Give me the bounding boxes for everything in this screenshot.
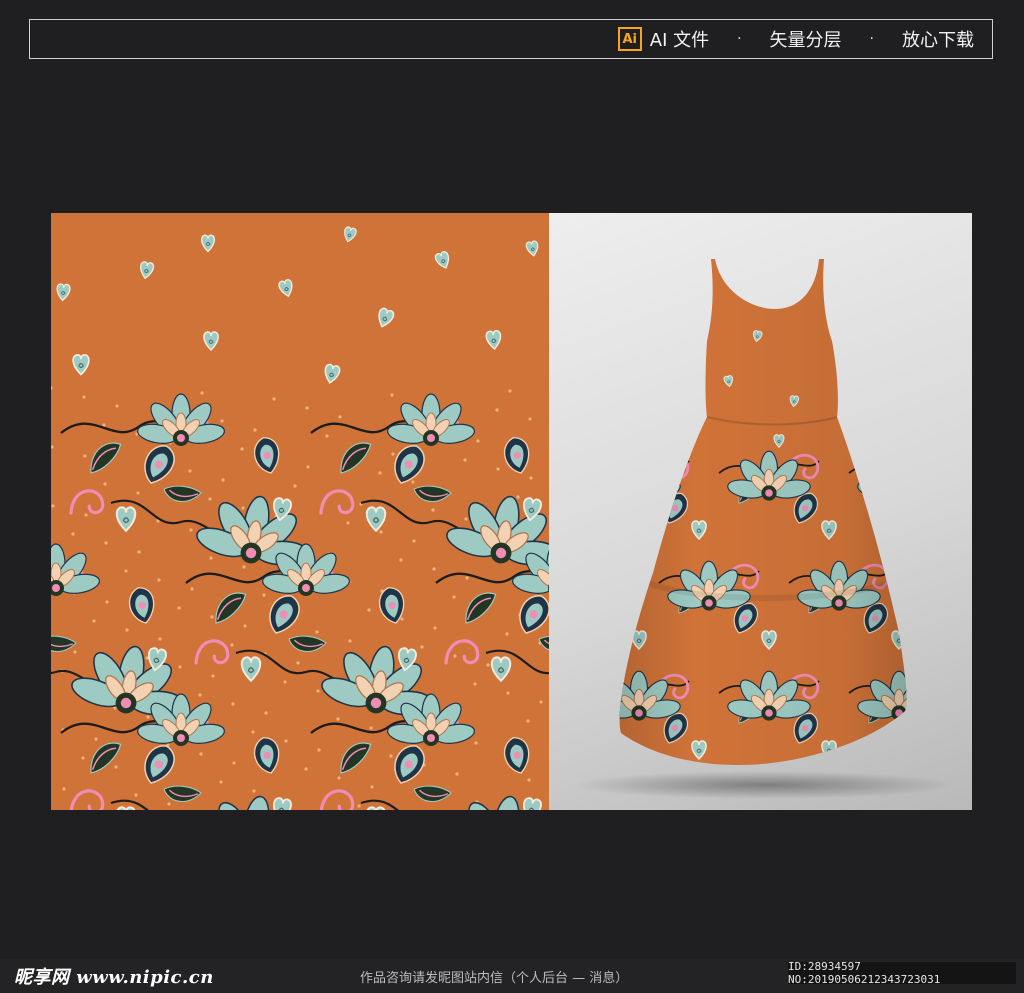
paisley-motif <box>125 584 160 627</box>
heart-motif <box>72 353 90 376</box>
swirl-motif <box>313 784 359 810</box>
paisley-pattern-image <box>51 225 549 810</box>
heart-motif <box>341 225 358 244</box>
flower-motif <box>619 450 683 502</box>
leaf-motif <box>51 628 78 659</box>
paisley-motif <box>250 434 285 477</box>
leaf-motif <box>81 437 128 476</box>
paisley-motif <box>500 434 535 477</box>
file-type-label: AI 文件 <box>649 30 710 51</box>
safe-download-label: 放心下载 <box>902 30 974 51</box>
paisley-motif <box>500 734 535 777</box>
heart-motif <box>520 796 543 810</box>
paisley-motif <box>619 598 632 638</box>
vine-motif <box>619 570 630 584</box>
paisley-motif <box>920 709 951 746</box>
heart-motif <box>952 741 966 759</box>
flower-motif <box>385 393 477 447</box>
separator-dot: · <box>737 31 742 47</box>
heart-motif <box>433 249 453 271</box>
leaf-motif <box>161 478 203 509</box>
leaf-motif <box>861 474 898 505</box>
leaf-motif <box>206 587 253 626</box>
preview-stage <box>51 213 972 810</box>
vector-layers-label: 矢量分层 <box>769 30 842 51</box>
header-bar: Ai AI 文件 · 矢量分层 · 放心下载 <box>29 19 993 59</box>
leaf-motif <box>549 585 577 614</box>
leaf-motif <box>331 737 378 776</box>
heart-motif <box>200 234 216 253</box>
leaf-motif <box>411 478 453 509</box>
separator-dot: · <box>869 31 874 47</box>
image-id-badge: ID:28934597 NO:20190506212343723031 <box>788 960 1016 986</box>
heart-motif <box>203 331 219 351</box>
heart-motif <box>374 306 396 330</box>
swirl-motif <box>313 484 359 526</box>
ai-file-icon: Ai <box>617 27 642 51</box>
heart-motif <box>240 656 262 682</box>
swirl-motif <box>188 634 234 676</box>
heart-motif <box>485 329 503 351</box>
header-features: Ai AI 文件 · 矢量分层 · 放心下载 <box>617 20 974 58</box>
heart-motif <box>270 796 293 810</box>
heart-motif <box>138 260 155 281</box>
heart-motif <box>277 278 296 299</box>
heart-motif <box>322 363 342 386</box>
flower-motif <box>619 560 623 612</box>
swirl-motif <box>63 784 109 810</box>
heart-motif <box>115 506 137 532</box>
pattern-swatch <box>51 213 549 810</box>
contact-notice: 作品咨询请发昵图站内信（个人后台 — 消息） <box>360 971 629 986</box>
paisley-motif <box>250 734 285 777</box>
leaf-motif <box>619 474 638 505</box>
leaf-motif <box>286 628 328 659</box>
heart-motif <box>490 656 512 682</box>
heart-motif <box>365 806 387 810</box>
swirl-motif <box>63 484 109 526</box>
heart-motif <box>365 506 387 532</box>
heart-motif <box>952 521 966 539</box>
dress-mockup-panel <box>549 213 972 810</box>
leaf-motif <box>456 587 503 626</box>
heart-motif <box>55 283 72 302</box>
flower-motif <box>135 393 227 447</box>
swirl-motif <box>619 561 632 591</box>
flower-motif <box>51 543 102 597</box>
swirl-motif <box>917 672 950 699</box>
swirl-motif <box>438 634 484 676</box>
leaf-motif <box>81 737 128 776</box>
paisley-motif <box>263 590 305 639</box>
paisley-motif <box>138 740 180 789</box>
dress-mockup-image <box>549 259 966 799</box>
leaf-motif <box>331 437 378 476</box>
paisley-motif <box>513 590 549 639</box>
footer-bar: 昵享网 www.nipic.cn 作品咨询请发昵图站内信（个人后台 — 消息） … <box>0 959 1024 993</box>
heart-motif <box>115 806 137 810</box>
swirl-motif <box>917 452 950 479</box>
paisley-motif <box>51 590 55 639</box>
heart-motif <box>525 239 541 258</box>
paisley-motif <box>920 489 951 526</box>
leaf-motif <box>411 778 453 809</box>
vine-motif <box>848 460 907 474</box>
heart-motif <box>805 266 813 277</box>
paisley-motif <box>388 440 430 489</box>
vine-motif <box>619 460 690 474</box>
flower-motif <box>855 450 907 502</box>
paisley-motif <box>388 740 430 789</box>
paisley-motif <box>138 440 180 489</box>
site-brand[interactable]: 昵享网 www.nipic.cn <box>14 963 214 989</box>
